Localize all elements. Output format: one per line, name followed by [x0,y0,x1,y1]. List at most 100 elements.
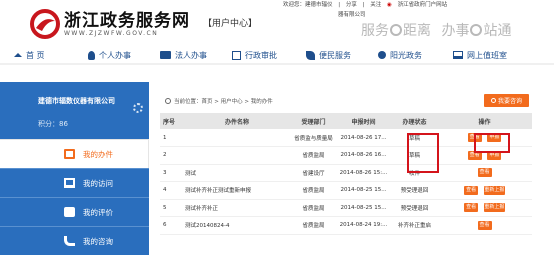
actions-cell: 查看 [437,216,532,235]
actions-cell: 查看 申报 [437,129,532,147]
points-text: 积分：86 [38,120,68,128]
sidebar-item-label: 我的办件 [83,149,113,159]
nav-label: 个人办事 [99,50,131,60]
table-row: 4 测试补齐补正测试重新申报 省质监局 2014-08-25 15... 预受理… [160,181,532,200]
slogan-text: 距离 [403,23,431,39]
submit-time: 2014-08-26 16... [335,146,392,165]
nav-item-services[interactable]: 便民服务 [306,49,351,61]
table-row: 1 省质监与质量局 2014-08-26 17... 草稿 查看 申报 [160,129,532,147]
sidebar-item-my-visits[interactable]: 我的访问 [0,168,149,197]
weibo-link[interactable]: 浙江省政府门户网站 [398,2,448,8]
monitor-icon [453,51,463,59]
status: 收件 [392,164,437,182]
task-name[interactable] [182,129,292,147]
divider: | [338,2,341,8]
nav-item-sunshine[interactable]: 阳光政务 [378,49,422,61]
site-title[interactable]: 浙江政务服务网 [64,6,190,31]
row-number: 5 [160,199,182,217]
department: 省质监局 [292,199,335,217]
top-links: 欢迎您：建德市辐仪 | 分享 | 关注 ◉ 浙江省政府门户网站 [283,0,451,8]
follow-label: 关注 [370,2,382,8]
submit-button[interactable]: 申报 [487,133,502,142]
view-button[interactable]: 查看 [467,133,482,142]
main-nav: 首 页 个人办事 法人办事 行政审批 便民服务 阳光政务 网上值班室 [0,45,554,65]
column-header: 序号 [160,113,182,129]
nav-label: 便民服务 [319,50,351,60]
submit-time: 2014-08-25 15... [335,199,392,217]
sidebar-item-my-inquiries[interactable]: 我的咨询 [0,226,149,255]
resubmit-button[interactable]: 重新上报 [483,185,505,195]
view-button[interactable]: 查看 [477,220,492,230]
sidebar-item-my-tasks[interactable]: 我的办件 [0,139,149,168]
table-row: 2 省质监局 2014-08-26 16... 草稿 查看 申报 [160,146,532,165]
slogan-text: 服务 [361,23,389,39]
view-button[interactable]: 查看 [464,185,479,195]
sidebar-item-label: 我的访问 [83,178,113,188]
table-row: 6 测试20140824-4 省质监局 2014-08-24 19:... 补齐… [160,216,532,235]
table-row: 3 测试 省建设厅 2014-08-26 15:... 收件 查看 [160,164,532,182]
share-link[interactable]: 分享 [346,2,357,8]
home-icon [14,53,22,57]
column-header: 办理状态 [392,113,437,129]
ask-question-label: 我要咨询 [497,98,522,105]
status: 草稿 [392,146,437,165]
column-header: 办件名称 [182,113,292,129]
department: 省质监与质量局 [292,129,335,147]
edit-icon [64,149,75,159]
nav-label: 阳光政务 [390,50,422,60]
submit-button[interactable]: 申报 [487,150,502,160]
gear-icon[interactable] [133,103,143,113]
company-name: 建德市辐数仪器有限公司 [38,97,115,105]
ask-question-button[interactable]: 我要咨询 [484,94,529,107]
section-title: 【用户中心】 [203,19,258,29]
logo-icon [30,9,60,39]
nav-item-personal[interactable]: 个人办事 [88,49,131,61]
sidebar: 建德市辐数仪器有限公司 积分：86 我的办件 我的访问 我的评价 我的咨询 [0,82,149,257]
chat-icon [64,207,75,217]
status: 预受理退回 [392,199,437,217]
nav-label: 行政审批 [245,50,277,60]
nav-item-home[interactable]: 首 页 [14,49,45,61]
slogan-text: 站通 [483,23,512,39]
view-button[interactable]: 查看 [464,203,479,213]
actions-cell: 查看 [437,164,532,182]
task-name[interactable]: 测试 [182,164,292,182]
view-button[interactable]: 查看 [477,168,492,178]
phone-icon [64,236,75,246]
actions-cell: 查看 申报 [437,146,532,165]
sidebar-item-my-reviews[interactable]: 我的评价 [0,197,149,226]
slogan: 服务 距离 办事 站通 [361,20,511,40]
site-url: WWW.ZJZWFW.GOV.CN [64,30,159,37]
nav-item-legal[interactable]: 法人办事 [160,49,207,61]
department: 省质监局 [292,146,335,165]
location-icon [165,98,171,104]
nav-item-duty-room[interactable]: 网上值班室 [453,49,507,61]
view-button[interactable]: 查看 [467,150,482,160]
row-number: 3 [160,164,182,182]
status: 补齐补正重启 [392,216,437,235]
table-header-row: 序号 办件名称 受理部门 申报时间 办理状态 操作 [160,113,532,129]
nav-item-approval[interactable]: 行政审批 [232,49,277,61]
edit-icon [232,50,241,60]
task-name[interactable]: 测试补齐补正 [182,199,292,217]
slogan-text: 办事 [441,23,470,39]
ring-icon [390,24,402,36]
submit-time: 2014-08-24 19:... [335,216,392,235]
table-row: 5 测试补齐补正 省质监局 2014-08-25 15... 预受理退回 查看 … [160,199,532,217]
row-number: 6 [160,216,182,235]
column-header: 受理部门 [292,113,335,129]
submit-time: 2014-08-26 15:... [335,164,392,182]
task-name[interactable]: 测试20140824-4 [182,216,292,235]
task-name[interactable] [182,146,292,165]
row-number: 4 [160,181,182,200]
task-name[interactable]: 测试补齐补正测试重新申报 [182,181,292,200]
id-card-icon [160,51,171,59]
divider: | [362,2,365,8]
breadcrumb-text[interactable]: 当前位置：首页 > 用户中心 > 我的办件 [174,97,273,105]
ring-icon [470,24,483,36]
person-icon [88,50,95,60]
welcome-company: 器有限公司 [338,12,366,18]
submit-time: 2014-08-26 17... [335,129,392,147]
tasks-table: 序号 办件名称 受理部门 申报时间 办理状态 操作 1 省质监与质量局 2014… [160,113,532,235]
resubmit-button[interactable]: 重新上报 [483,203,505,213]
